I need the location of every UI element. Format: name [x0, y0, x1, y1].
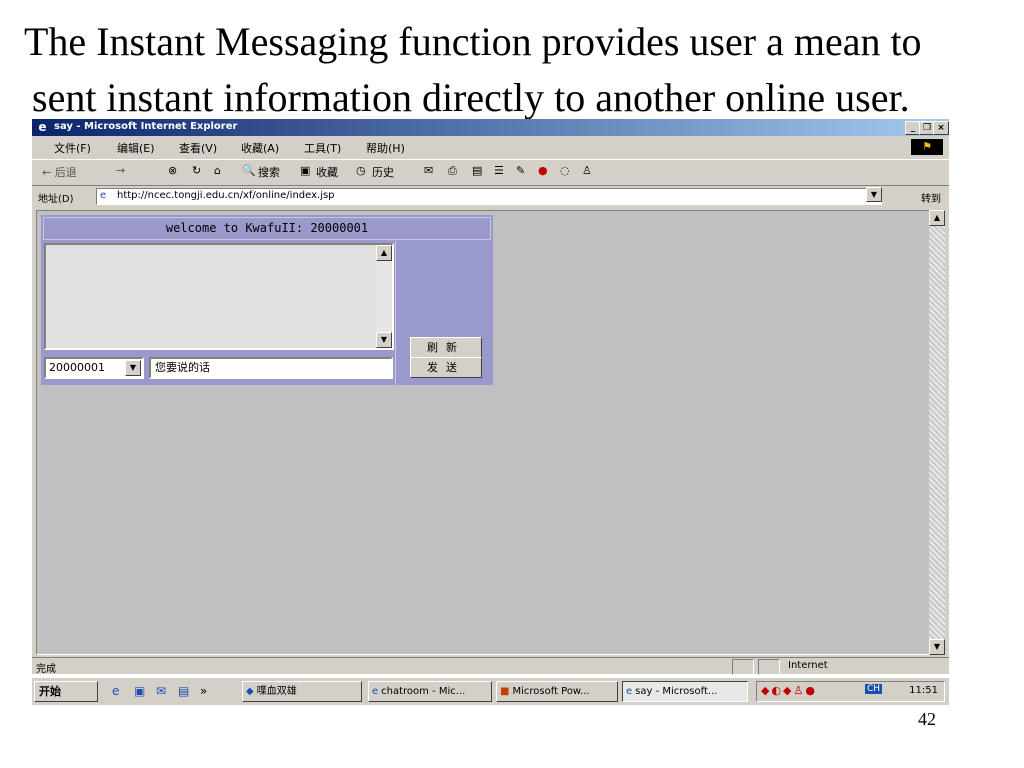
message-input[interactable]: 您要说的话 — [149, 357, 393, 379]
mail-icon[interactable]: ✉ — [424, 164, 433, 177]
game-icon: ◆ — [246, 686, 254, 697]
back-button[interactable]: ← 后退 — [42, 164, 77, 180]
language-indicator[interactable]: CH — [865, 684, 883, 694]
menu-favorites[interactable]: 收藏(A) — [241, 140, 279, 156]
status-lock-box — [758, 659, 780, 675]
taskbar: 开始 e ▣ ✉ ▤ » ◆ 喋血双雄 e chatroom - Mic... ■ M… — [32, 677, 949, 705]
address-input[interactable]: e http://ncec.tongji.edu.cn/xf/online/in… — [96, 188, 882, 205]
page-scroll-up-icon[interactable]: ▲ — [929, 210, 945, 226]
ie-icon: e — [626, 686, 633, 697]
panel-divider — [395, 241, 396, 385]
scroll-down-icon[interactable]: ▼ — [376, 332, 392, 348]
status-progress-box — [732, 659, 754, 675]
ie-logo-icon: e — [38, 120, 47, 134]
desktop-quicklaunch-icon[interactable]: ▣ — [134, 684, 145, 698]
status-bar: 完成 Internet — [32, 657, 949, 675]
taskbar-item-label: chatroom - Mic... — [381, 686, 466, 697]
favorites-button[interactable]: 收藏 — [316, 164, 338, 180]
scroll-up-icon[interactable]: ▲ — [376, 245, 392, 261]
page-scrollbar[interactable]: ▲ ▼ — [929, 210, 945, 655]
menu-edit[interactable]: 编辑(E) — [117, 140, 155, 156]
chat-panel: welcome to KwafuII: 20000001 ▲ ▼ 刷新 2000… — [41, 215, 493, 385]
oicq-icon[interactable]: ● — [538, 164, 548, 177]
taskbar-item-label: Microsoft Pow... — [512, 686, 590, 697]
windows-logo-icon: ⚑ — [911, 139, 943, 155]
home-icon[interactable]: ⌂ — [214, 164, 221, 177]
taskbar-item-label: say - Microsoft... — [635, 686, 718, 697]
slide-caption-line-1: The Instant Messaging function provides … — [24, 20, 922, 64]
taskbar-item-chatroom[interactable]: e chatroom - Mic... — [368, 681, 492, 702]
address-url: http://ncec.tongji.edu.cn/xf/online/inde… — [117, 190, 335, 201]
user-icon[interactable]: ♙ — [582, 164, 592, 177]
refresh-chat-button[interactable]: 刷新 — [410, 337, 482, 358]
outlook-quicklaunch-icon[interactable]: ✉ — [156, 684, 166, 698]
refresh-icon[interactable]: ↻ — [192, 164, 201, 177]
tray-icons[interactable]: ◆◐◆♙● — [761, 684, 817, 697]
window-title: say - Microsoft Internet Explorer — [54, 121, 238, 132]
clock[interactable]: 11:51 — [909, 685, 938, 696]
print-icon[interactable]: ⎙ — [448, 164, 457, 178]
ie-icon: e — [372, 686, 379, 697]
page-content: welcome to KwafuII: 20000001 ▲ ▼ 刷新 2000… — [36, 210, 931, 655]
menu-view[interactable]: 查看(V) — [179, 140, 217, 156]
ie-quicklaunch-icon[interactable]: e — [112, 684, 119, 698]
recipient-select[interactable]: 20000001 ▼ — [44, 357, 144, 379]
send-button[interactable]: 发送 — [410, 357, 482, 378]
menu-bar: 文件(F) 编辑(E) 查看(V) 收藏(A) 工具(T) 帮助(H) ⚑ — [32, 137, 949, 157]
taskbar-item-game[interactable]: ◆ 喋血双雄 — [242, 681, 362, 702]
slide-caption-line-2: sent instant information directly to ano… — [32, 76, 910, 120]
address-label: 地址(D) — [38, 194, 74, 205]
address-bar: 地址(D) e http://ncec.tongji.edu.cn/xf/onl… — [32, 185, 949, 207]
menu-file[interactable]: 文件(F) — [54, 140, 91, 156]
slide-page-number: 42 — [918, 709, 936, 729]
search-button[interactable]: 搜索 — [258, 164, 280, 180]
menu-help[interactable]: 帮助(H) — [366, 140, 405, 156]
toolbar: ← 后退 → ⊗ ↻ ⌂ 🔍 搜索 ▣ 收藏 ◷ 历史 ✉ ⎙ ▤ ☰ ✎ ● … — [32, 159, 949, 182]
title-bar[interactable]: e say - Microsoft Internet Explorer _ ❒ … — [32, 119, 949, 136]
status-text: 完成 — [36, 664, 56, 675]
close-button[interactable]: × — [933, 121, 949, 135]
system-tray: ◆◐◆♙● CH 11:51 — [756, 681, 945, 702]
tool-icon[interactable]: ✎ — [516, 164, 525, 177]
favorites-icon: ▣ — [300, 164, 311, 177]
more-chevron-icon[interactable]: » — [200, 684, 207, 698]
forward-button[interactable]: → — [116, 164, 125, 177]
messenger-icon[interactable]: ◌ — [560, 164, 570, 177]
chat-welcome-header: welcome to KwafuII: 20000001 — [43, 217, 491, 240]
recipient-dropdown-icon[interactable]: ▼ — [125, 360, 141, 376]
discuss-icon[interactable]: ☰ — [494, 164, 504, 177]
status-zone: Internet — [788, 660, 828, 671]
edit-icon[interactable]: ▤ — [472, 164, 482, 177]
chat-scrollbar[interactable]: ▲ ▼ — [376, 245, 392, 348]
powerpoint-icon: ■ — [500, 686, 510, 697]
taskbar-item-say[interactable]: e say - Microsoft... — [622, 681, 748, 702]
start-button[interactable]: 开始 — [34, 681, 98, 702]
page-scroll-down-icon[interactable]: ▼ — [929, 639, 945, 655]
address-dropdown-icon[interactable]: ▼ — [866, 187, 882, 202]
history-icon: ◷ — [356, 164, 366, 177]
recipient-value: 20000001 — [49, 361, 105, 374]
stop-icon[interactable]: ⊗ — [168, 164, 177, 177]
menu-tools[interactable]: 工具(T) — [304, 140, 341, 156]
taskbar-item-powerpoint[interactable]: ■ Microsoft Pow... — [496, 681, 618, 702]
media-quicklaunch-icon[interactable]: ▤ — [178, 684, 189, 698]
taskbar-item-label: 喋血双雄 — [256, 686, 297, 697]
page-icon: e — [100, 190, 107, 201]
history-button[interactable]: 历史 — [372, 164, 394, 180]
chat-messages-area[interactable]: ▲ ▼ — [44, 243, 394, 350]
search-icon: 🔍 — [242, 164, 256, 177]
go-button[interactable]: 转到 — [921, 190, 941, 205]
browser-window: e say - Microsoft Internet Explorer _ ❒ … — [32, 119, 949, 675]
